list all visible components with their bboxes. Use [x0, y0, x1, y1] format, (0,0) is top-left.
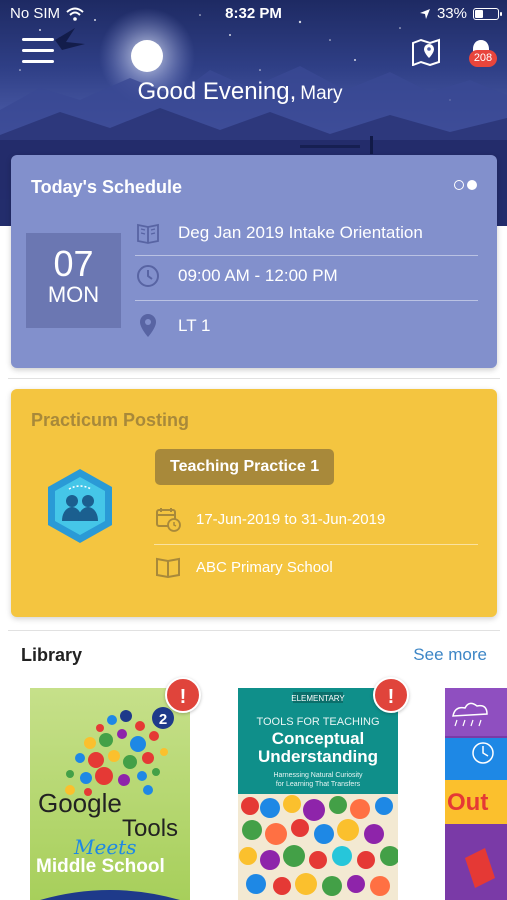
- book-alert-badge[interactable]: !: [373, 677, 409, 713]
- event-location: LT 1: [178, 316, 211, 335]
- date-weekday: MON: [47, 282, 100, 307]
- practicum-school: ABC Primary School: [196, 558, 333, 576]
- see-more-link[interactable]: See more: [413, 645, 487, 665]
- book-title-line: ELEMENTARY: [291, 694, 345, 703]
- book-cover[interactable]: 2 Google Tools Meets Middle School: [30, 688, 190, 900]
- book-edition: 2: [159, 711, 167, 728]
- date-day: 07: [53, 243, 94, 284]
- practicum-dates-row: 17-Jun-2019 to 31-Jun-2019: [154, 502, 478, 536]
- book-icon: [154, 553, 182, 581]
- book-title-line: Out: [447, 789, 488, 816]
- divider: [154, 544, 478, 545]
- section-divider: [8, 378, 500, 379]
- divider: [135, 300, 478, 301]
- page-indicator[interactable]: [454, 180, 477, 190]
- time-row: 09:00 AM - 12:00 PM: [135, 256, 478, 296]
- calendar-icon: [154, 505, 182, 533]
- practicum-school-row: ABC Primary School: [154, 550, 478, 584]
- teaching-hexagon-icon: [45, 467, 115, 545]
- book-title-line: TOOLS FOR TEACHING: [256, 716, 379, 728]
- location-arrow-icon: [419, 8, 430, 19]
- date-box: 07 MON: [26, 233, 121, 328]
- user-name: Mary: [300, 83, 343, 104]
- home-screen: No SIM 8:32 PM 33% 208 Good Evening, Mar…: [0, 0, 507, 900]
- hamburger-menu-icon[interactable]: [22, 38, 54, 64]
- book-cover[interactable]: ELEMENTARY TOOLS FOR TEACHING Conceptual…: [238, 688, 398, 900]
- practicum-dates: 17-Jun-2019 to 31-Jun-2019: [196, 510, 386, 528]
- map-pin-icon[interactable]: [411, 38, 441, 67]
- location-row: LT 1: [135, 306, 478, 346]
- section-divider: [8, 630, 500, 631]
- book-title-line: Google: [38, 788, 122, 818]
- book-cover[interactable]: Out: [445, 688, 507, 900]
- practicum-type-badge: Teaching Practice 1: [155, 449, 335, 485]
- book-title-line: Conceptual: [272, 729, 365, 748]
- notification-count-badge[interactable]: 208: [469, 50, 497, 67]
- event-name: Deg Jan 2019 Intake Orientation: [178, 223, 423, 242]
- page-dot-active[interactable]: [467, 180, 477, 190]
- book-title-line: Middle School: [36, 856, 165, 877]
- page-dot[interactable]: [454, 180, 464, 190]
- greeting: Good Evening, Mary: [0, 78, 480, 106]
- event-time: 09:00 AM - 12:00 PM: [178, 266, 338, 285]
- event-row: Deg Jan 2019 Intake Orientation: [135, 213, 478, 253]
- book-icon: [135, 220, 161, 246]
- library-title: Library: [21, 645, 83, 665]
- schedule-title: Today's Schedule: [31, 177, 182, 197]
- location-pin-icon: [135, 313, 161, 339]
- todays-schedule-card[interactable]: Today's Schedule 07 MON Deg Jan 2019 Int…: [11, 155, 497, 368]
- clock-icon: [135, 263, 161, 289]
- practicum-posting-card[interactable]: Practicum Posting Teaching Practice 1 17…: [11, 389, 497, 617]
- greeting-text: Good Evening,: [137, 78, 297, 105]
- practicum-title: Practicum Posting: [31, 410, 190, 430]
- battery-icon: [473, 7, 502, 20]
- book-alert-badge[interactable]: !: [165, 677, 201, 713]
- book-title-line: Harnessing Natural Curiosity: [273, 772, 363, 779]
- battery-percent: 33%: [436, 5, 467, 22]
- book-title-line: for Learning That Transfers: [276, 781, 361, 788]
- status-bar: No SIM 8:32 PM 33%: [0, 0, 507, 28]
- book-title-line: Understanding: [258, 747, 378, 766]
